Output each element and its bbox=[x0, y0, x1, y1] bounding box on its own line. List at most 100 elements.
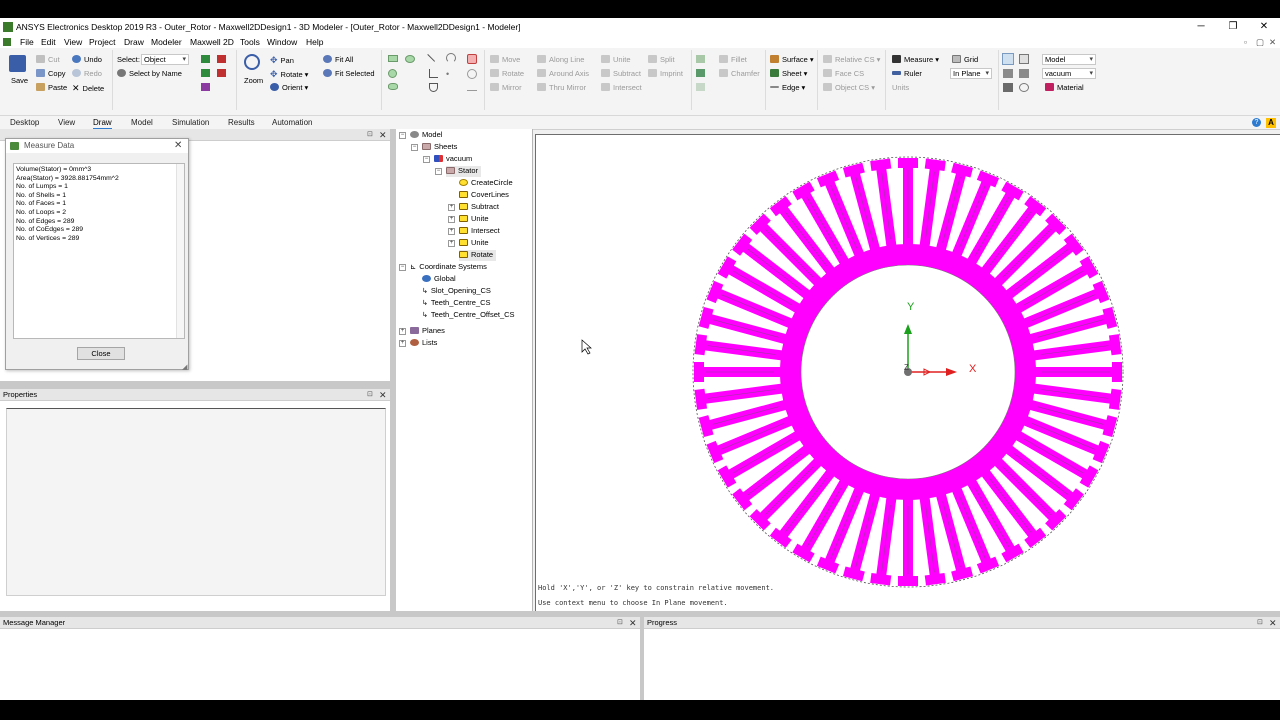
tree-node-cs[interactable]: ↳ Slot_Opening_CS bbox=[422, 286, 491, 297]
pin-icon[interactable]: ⊡ bbox=[617, 617, 623, 629]
tree-node-model[interactable]: Model bbox=[410, 130, 442, 141]
edge-button[interactable]: Edge ▾ bbox=[770, 83, 805, 94]
tree-node-lists[interactable]: Lists bbox=[410, 338, 437, 349]
tree-node-op[interactable]: CoverLines bbox=[459, 190, 509, 201]
expand-icon[interactable]: + bbox=[448, 216, 455, 223]
snap-edge-icon[interactable] bbox=[1003, 69, 1013, 78]
restore-doc-icon-2[interactable]: ▢ bbox=[1256, 37, 1264, 48]
material-button[interactable]: Material bbox=[1045, 83, 1084, 94]
close-icon[interactable]: ✕ bbox=[379, 129, 387, 141]
rotate-object-button[interactable]: Rotate bbox=[490, 69, 524, 80]
expand-icon[interactable]: + bbox=[399, 340, 406, 347]
stator-tooth[interactable] bbox=[1034, 362, 1122, 382]
select-mode-combo[interactable]: Object bbox=[141, 54, 189, 65]
draw-helix-icon[interactable] bbox=[467, 69, 477, 79]
close-doc-icon[interactable]: ✕ bbox=[1269, 37, 1276, 48]
tree-node-op[interactable]: Intersect bbox=[459, 226, 500, 237]
menu-maxwell2d[interactable]: Maxwell 2D bbox=[190, 37, 234, 47]
modeler-viewport[interactable]: Y X Z Hold 'X','Y', or 'Z' key to constr… bbox=[535, 134, 1280, 611]
grid-plane-combo[interactable]: In Plane bbox=[950, 68, 992, 79]
menu-modeler[interactable]: Modeler bbox=[151, 37, 182, 47]
select-face-icon[interactable] bbox=[217, 55, 226, 63]
tab-view[interactable]: View bbox=[58, 118, 75, 127]
material-combo[interactable]: vacuum bbox=[1042, 68, 1096, 79]
snap-center-icon[interactable] bbox=[1003, 83, 1013, 92]
properties-grid[interactable] bbox=[6, 408, 386, 596]
zoom-icon[interactable] bbox=[244, 54, 260, 70]
collapse-icon[interactable]: − bbox=[423, 156, 430, 163]
stator-tooth[interactable] bbox=[694, 362, 782, 382]
expand-icon[interactable]: + bbox=[448, 240, 455, 247]
tree-node-op[interactable]: Unite bbox=[459, 238, 489, 249]
sheet-button[interactable]: Sheet ▾ bbox=[770, 69, 807, 80]
relative-cs-button[interactable]: Relative CS ▾ bbox=[823, 55, 880, 66]
app-menu-icon[interactable] bbox=[3, 38, 11, 46]
pin-icon[interactable]: ⊡ bbox=[367, 389, 373, 401]
save-button[interactable]: Save bbox=[11, 76, 28, 87]
tree-node-op[interactable]: CreateCircle bbox=[459, 178, 513, 189]
tree-node-vacuum[interactable]: vacuum bbox=[434, 154, 472, 165]
grid-button[interactable]: Grid bbox=[952, 55, 978, 66]
close-icon[interactable]: ✕ bbox=[629, 617, 637, 629]
unite-button[interactable]: Unite bbox=[601, 55, 631, 66]
select-object-icon[interactable] bbox=[201, 55, 210, 63]
tree-node-planes[interactable]: Planes bbox=[410, 326, 445, 337]
collapse-icon[interactable]: − bbox=[435, 168, 442, 175]
draw-plane-icon[interactable] bbox=[467, 83, 477, 91]
expand-icon[interactable]: + bbox=[399, 328, 406, 335]
tree-node-coordinate-systems[interactable]: ⊾ Coordinate Systems bbox=[410, 262, 487, 273]
close-icon[interactable]: ✕ bbox=[1269, 617, 1277, 629]
tab-simulation[interactable]: Simulation bbox=[172, 118, 209, 127]
tree-node-cs[interactable]: ↳ Teeth_Centre_Offset_CS bbox=[422, 310, 515, 321]
help-icon[interactable]: ? bbox=[1252, 118, 1261, 127]
snap-vertex-icon[interactable] bbox=[1019, 54, 1029, 64]
ruler-button[interactable]: Ruler bbox=[892, 69, 922, 80]
expand-icon[interactable]: + bbox=[448, 204, 455, 211]
orient-button[interactable]: Orient ▾ bbox=[270, 83, 308, 94]
tree-node-op[interactable]: Subtract bbox=[459, 202, 499, 213]
chamfer-button[interactable]: Chamfer bbox=[719, 69, 760, 80]
select-by-name-button[interactable]: Select by Name bbox=[117, 69, 182, 80]
select-edge-icon[interactable] bbox=[201, 69, 210, 77]
restore-doc-icon[interactable]: ▫ bbox=[1244, 37, 1247, 47]
menu-view[interactable]: View bbox=[64, 37, 82, 47]
stator-drawing[interactable]: Y X Z bbox=[536, 135, 1280, 612]
tree-node-op[interactable]: Unite bbox=[459, 214, 489, 225]
delete-button[interactable]: ✕ Delete bbox=[72, 83, 104, 94]
fit-all-button[interactable]: Fit All bbox=[323, 55, 353, 66]
restore-button[interactable]: ❐ bbox=[1218, 20, 1248, 34]
measure-results-text[interactable]: Volume(Stator) = 0mm^3 Area(Stator) = 39… bbox=[13, 163, 185, 339]
close-icon[interactable]: ✕ bbox=[379, 389, 387, 401]
object-cs-button[interactable]: Object CS ▾ bbox=[823, 83, 875, 94]
draw-equation-icon[interactable] bbox=[429, 83, 438, 92]
draw-arc-icon[interactable] bbox=[446, 53, 456, 63]
paste-button[interactable]: Paste bbox=[36, 83, 67, 94]
face-cs-button[interactable]: Face CS bbox=[823, 69, 864, 80]
thicken-icon[interactable] bbox=[696, 69, 705, 77]
menu-draw[interactable]: Draw bbox=[124, 37, 144, 47]
dialog-close-icon[interactable]: ✕ bbox=[174, 139, 182, 153]
measure-scrollbar[interactable] bbox=[176, 164, 184, 338]
tree-node-cs[interactable]: Global bbox=[422, 274, 456, 285]
imprint-button[interactable]: Imprint bbox=[648, 69, 683, 80]
rotate-view-button[interactable]: ✥ Rotate ▾ bbox=[270, 69, 308, 80]
tree-node-sheets[interactable]: Sheets bbox=[422, 142, 457, 153]
redo-button[interactable]: Redo bbox=[72, 69, 102, 80]
model-type-combo[interactable]: Model bbox=[1042, 54, 1096, 65]
collapse-icon[interactable]: − bbox=[399, 132, 406, 139]
fillet-button[interactable]: Fillet bbox=[719, 55, 747, 66]
subtract-button[interactable]: Subtract bbox=[601, 69, 641, 80]
tree-node-cs[interactable]: ↳ Teeth_Centre_CS bbox=[422, 298, 491, 309]
draw-torus-icon[interactable] bbox=[388, 83, 398, 90]
draw-point-icon[interactable]: • bbox=[446, 69, 455, 79]
draw-sphere-icon[interactable] bbox=[388, 69, 397, 78]
draw-region-icon[interactable] bbox=[467, 54, 477, 64]
splitter-horizontal[interactable] bbox=[0, 381, 392, 389]
surface-button[interactable]: Surface ▾ bbox=[770, 55, 814, 66]
select-multi-icon[interactable] bbox=[201, 83, 210, 91]
tab-results[interactable]: Results bbox=[228, 118, 255, 127]
close-button[interactable]: Close bbox=[77, 347, 125, 360]
tab-desktop[interactable]: Desktop bbox=[10, 118, 39, 127]
expand-icon[interactable]: + bbox=[448, 228, 455, 235]
split-button[interactable]: Split bbox=[648, 55, 675, 66]
